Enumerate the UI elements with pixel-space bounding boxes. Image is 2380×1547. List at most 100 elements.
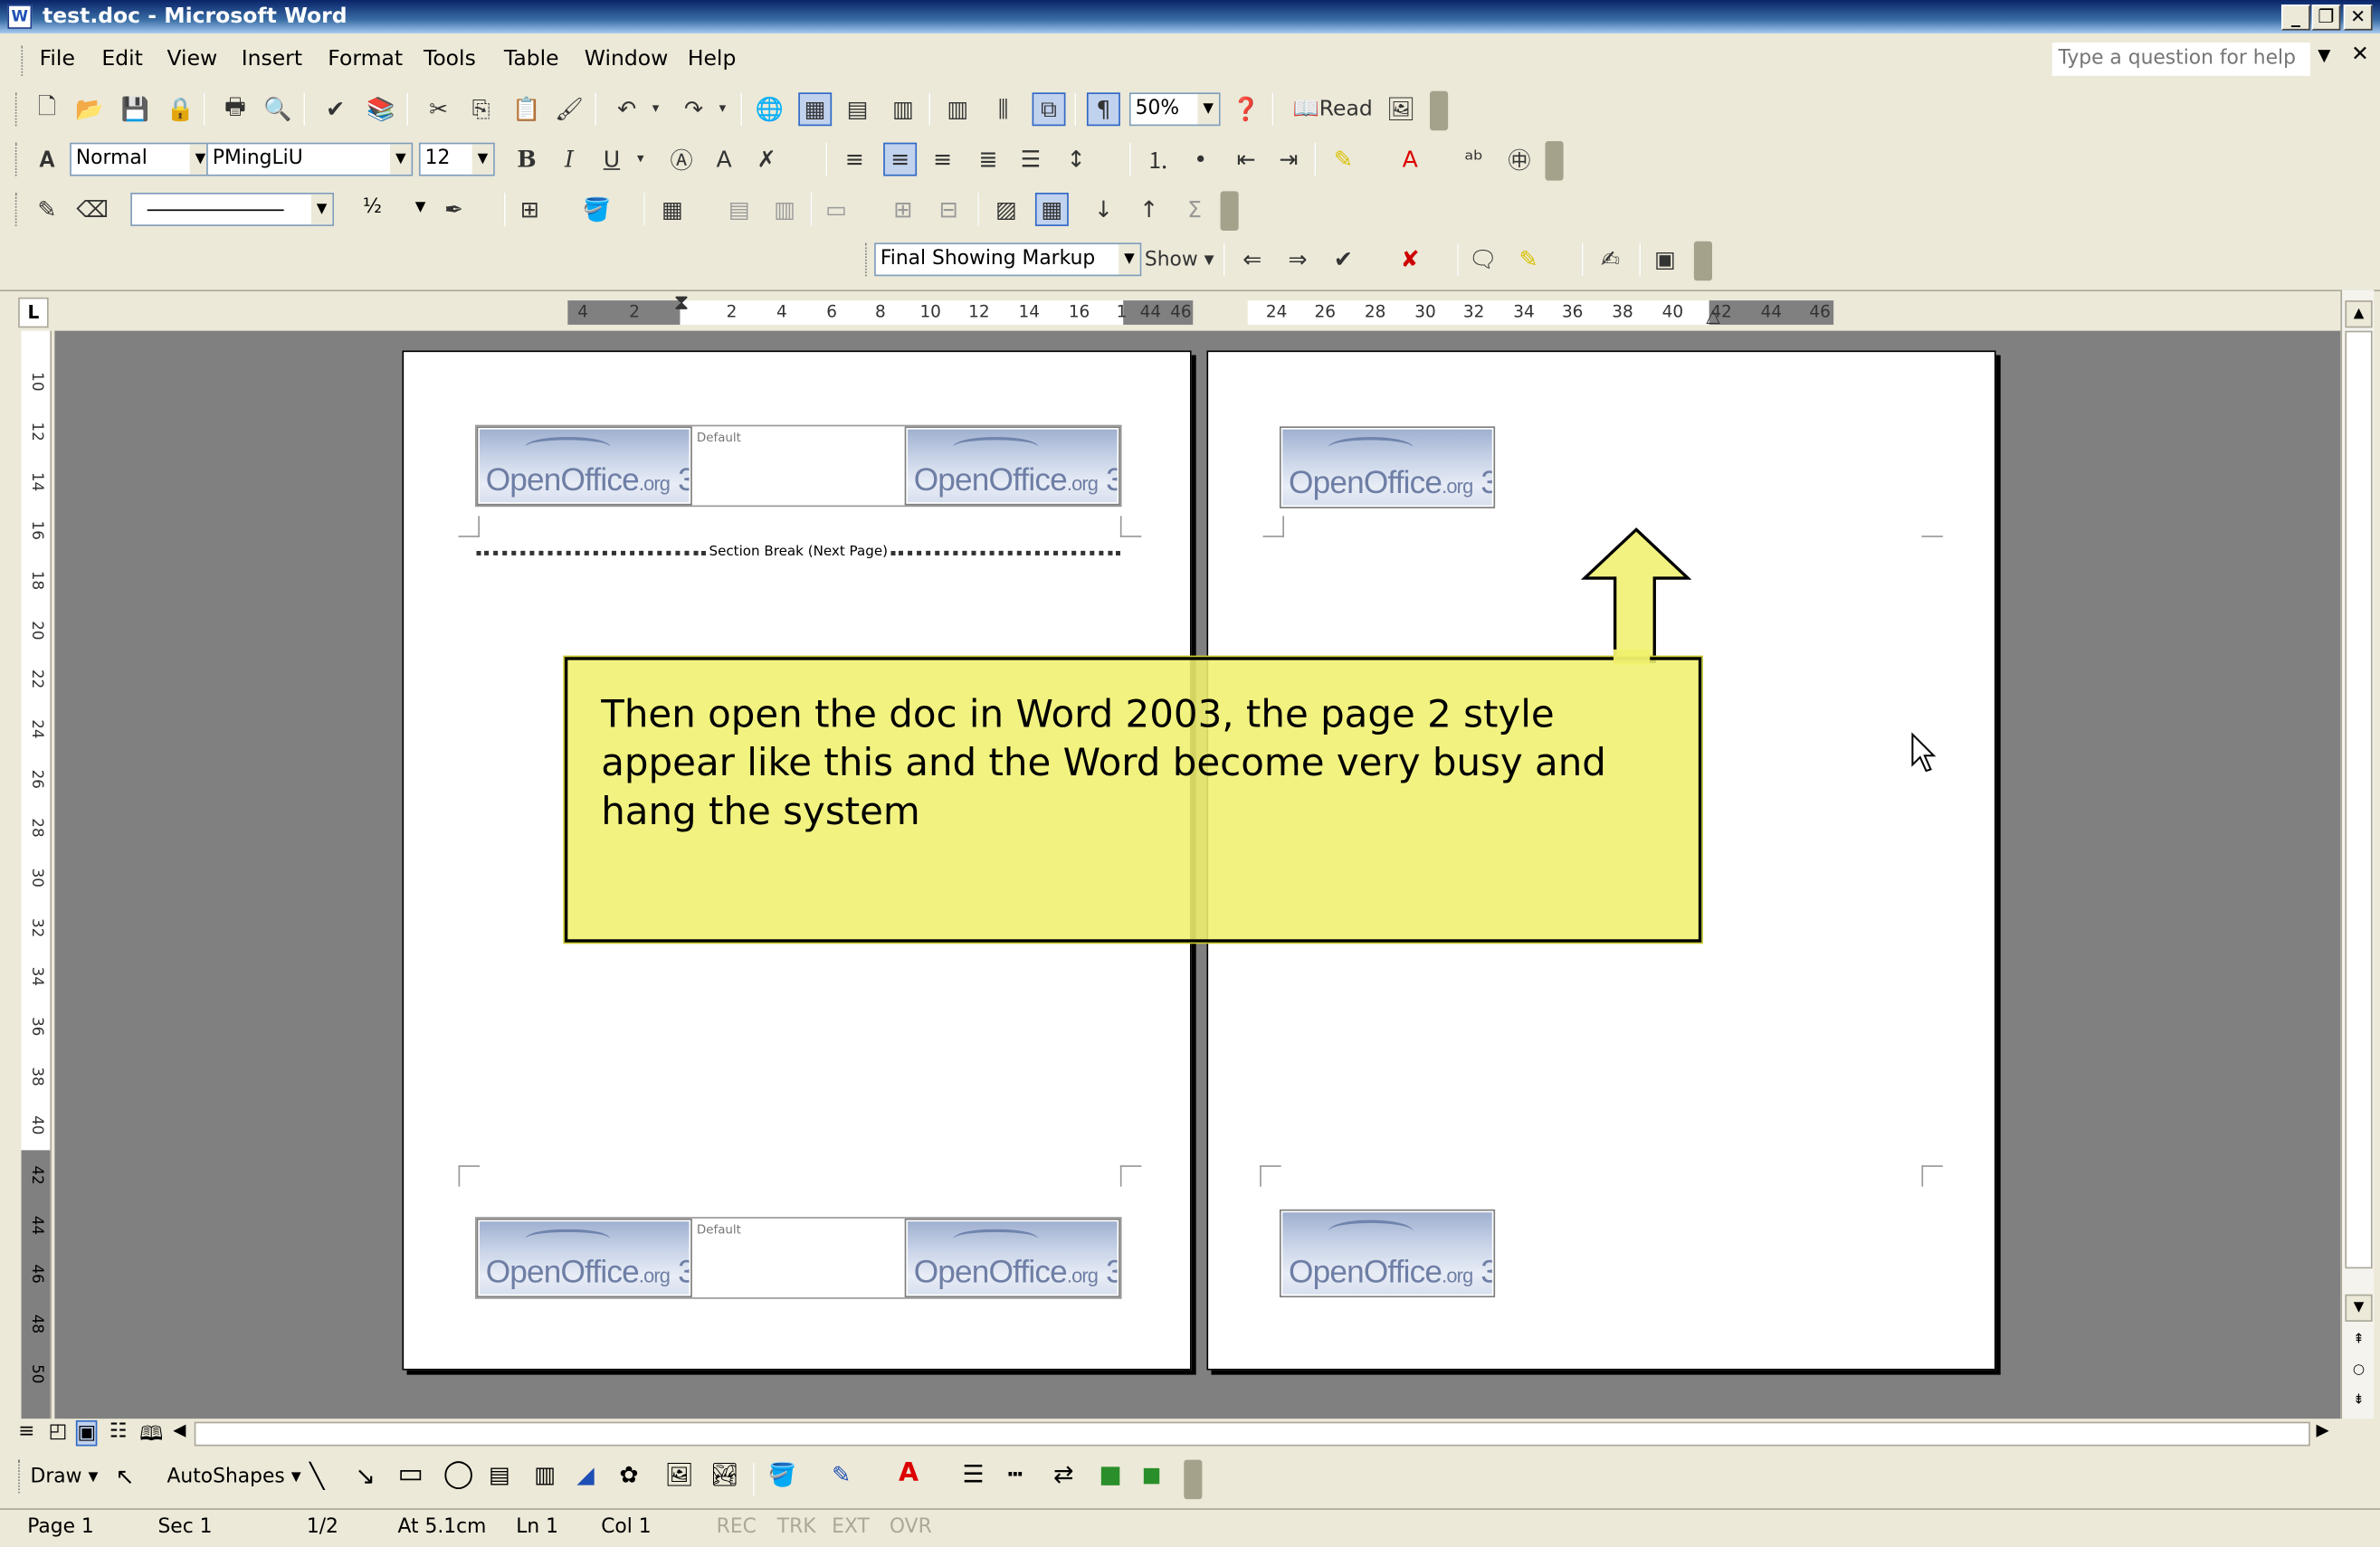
status-ovr[interactable]: OVR xyxy=(890,1516,932,1539)
line-color-icon[interactable]: ✎ xyxy=(832,1461,851,1488)
show-menu-button[interactable]: Show ▾ xyxy=(1145,242,1214,276)
increase-indent-icon[interactable]: ⇥ xyxy=(1272,143,1306,176)
print-icon[interactable]: 🖶 xyxy=(219,91,252,126)
style-select[interactable]: Normal ▼ xyxy=(70,142,213,176)
read-button[interactable]: 📖 Read xyxy=(1287,92,1378,126)
horizontal-ruler[interactable]: 4 2 2 4 6 8 10 12 14 16 1 44 46 24 26 28… xyxy=(567,291,1834,327)
tab-selector[interactable]: L xyxy=(18,297,49,328)
underline-dropdown-icon[interactable]: ▾ xyxy=(632,143,650,176)
clipart-icon[interactable]: 🖼 xyxy=(665,1461,694,1488)
drawing-icon[interactable]: ⫼ xyxy=(986,92,1020,126)
select-objects-icon[interactable]: ↖ xyxy=(115,1463,134,1490)
display-for-review-select[interactable]: Final Showing Markup ▼ xyxy=(874,242,1142,277)
split-cells-icon[interactable]: ▥ xyxy=(768,193,802,226)
line-spacing-icon[interactable]: ↕ xyxy=(1060,143,1093,176)
toolbar-grip[interactable] xyxy=(14,193,20,226)
align-cell-icon[interactable]: ▭ xyxy=(820,193,853,226)
zoom-select[interactable]: 50% ▼ xyxy=(1128,92,1221,127)
shading-color-icon[interactable]: 🪣 xyxy=(580,193,614,226)
oval-tool-icon[interactable]: ◯ xyxy=(443,1458,474,1490)
toolbar-options-icon[interactable] xyxy=(1184,1459,1203,1500)
next-change-icon[interactable]: ⇒ xyxy=(1281,242,1315,276)
underline-button[interactable]: U xyxy=(595,143,629,176)
new-comment-icon[interactable]: 🗨 xyxy=(1466,242,1499,276)
insert-table-icon[interactable]: ▤ xyxy=(841,92,874,126)
draw-font-color-icon[interactable]: A xyxy=(899,1458,919,1489)
autosum-icon[interactable]: Σ xyxy=(1178,193,1212,226)
bullets-icon[interactable]: • xyxy=(1184,143,1217,176)
picture-icon[interactable]: 🖼 xyxy=(1385,92,1418,126)
display-dropdown-icon[interactable]: ▼ xyxy=(1119,244,1140,275)
save-icon[interactable]: 💾 xyxy=(119,92,152,126)
toolbar-options-icon[interactable] xyxy=(1430,90,1449,131)
restore-button[interactable]: ❐ xyxy=(2311,5,2341,31)
line-weight-dropdown-icon[interactable]: ▼ xyxy=(409,193,432,223)
char-shading-icon[interactable]: A xyxy=(708,143,741,176)
vertical-ruler[interactable]: 10 12 14 16 18 20 22 24 26 28 30 32 34 3… xyxy=(21,330,52,1419)
line-weight-select[interactable]: ½ ▼ xyxy=(358,193,432,226)
reviewing-pane-icon[interactable]: ▣ xyxy=(1649,242,1682,276)
close-button[interactable]: ✕ xyxy=(2343,5,2373,31)
undo-dropdown-icon[interactable]: ▾ xyxy=(647,92,665,126)
redo-icon[interactable]: ↷ xyxy=(677,92,710,126)
highlight-review-icon[interactable]: ✎ xyxy=(1512,242,1546,276)
format-painter-icon[interactable]: 🖌 xyxy=(553,92,586,126)
previous-page-icon[interactable]: ⇞ xyxy=(2345,1328,2372,1355)
spelling-icon[interactable]: ✔ xyxy=(319,92,352,126)
align-center-icon[interactable]: ≡ xyxy=(883,142,918,176)
eraser-icon[interactable]: ⌫ xyxy=(76,193,109,226)
status-trk[interactable]: TRK xyxy=(777,1516,816,1539)
border-color-icon[interactable]: ✒ xyxy=(437,193,471,226)
vertical-scrollbar[interactable]: ▲ ▼ ⇞ ○ ⇟ xyxy=(2340,289,2375,1419)
scroll-right-icon[interactable]: ▶ xyxy=(2317,1420,2329,1440)
toolbar-grip[interactable] xyxy=(14,92,20,127)
open-icon[interactable]: 📂 xyxy=(73,92,107,126)
menu-tools[interactable]: Tools xyxy=(424,47,476,71)
font-size-select[interactable]: 12 ▼ xyxy=(418,142,495,176)
menubar-grip[interactable] xyxy=(21,45,25,76)
indent-marker-icon[interactable]: ⧗ xyxy=(674,291,689,316)
dash-style-icon[interactable]: ┅ xyxy=(1008,1460,1023,1489)
permission-icon[interactable]: 🔒 xyxy=(164,92,197,126)
document-map-icon[interactable]: ⧉ xyxy=(1032,92,1066,127)
line-tool-icon[interactable]: ╲ xyxy=(309,1461,324,1490)
menu-help[interactable]: Help xyxy=(688,47,737,71)
zoom-dropdown-icon[interactable]: ▼ xyxy=(1197,93,1219,125)
insert-excel-icon[interactable]: ▥ xyxy=(887,92,920,126)
show-gridlines-icon[interactable]: ▦ xyxy=(1034,193,1069,226)
right-indent-marker-icon[interactable]: △ xyxy=(1706,305,1719,326)
insert-picture-icon[interactable]: 🏞 xyxy=(710,1461,739,1488)
columns-icon[interactable]: ▥ xyxy=(941,92,975,126)
scroll-thumb[interactable] xyxy=(2345,330,2373,1269)
insert-table-tb-icon[interactable]: ▦ xyxy=(656,193,690,226)
redo-dropdown-icon[interactable]: ▾ xyxy=(713,92,731,126)
toolbar-options-icon[interactable] xyxy=(1545,140,1564,181)
cut-icon[interactable]: ✂ xyxy=(422,92,455,126)
help-search-input[interactable] xyxy=(2052,42,2310,76)
word-app-icon[interactable]: W xyxy=(7,5,33,29)
fill-color-icon[interactable]: 🪣 xyxy=(768,1461,796,1488)
menu-file[interactable]: File xyxy=(40,47,75,71)
toolbar-grip[interactable] xyxy=(14,142,20,176)
menu-view[interactable]: View xyxy=(167,47,218,71)
normal-view-icon[interactable]: ≡ xyxy=(18,1420,34,1443)
line-style-select[interactable]: ▼ xyxy=(130,193,335,226)
textbox-tool-icon[interactable]: ▤ xyxy=(489,1461,510,1488)
line-style-dropdown-icon[interactable]: ▼ xyxy=(310,194,333,225)
toolbar-options-icon[interactable] xyxy=(1693,241,1712,281)
scroll-down-icon[interactable]: ▼ xyxy=(2345,1294,2373,1322)
show-hide-icon[interactable]: ¶ xyxy=(1086,92,1120,127)
enclose-char-icon[interactable]: ㊥ xyxy=(1503,143,1537,176)
wordart-icon[interactable]: ◢ xyxy=(576,1461,594,1488)
toolbar-options-icon[interactable] xyxy=(1220,191,1239,231)
distributed-icon[interactable]: ☰ xyxy=(1014,143,1047,176)
toolbar-grip[interactable] xyxy=(865,242,870,277)
copy-icon[interactable]: ⎘ xyxy=(464,92,498,126)
numbering-icon[interactable]: ⒈ xyxy=(1141,143,1175,176)
toolbar-grip[interactable] xyxy=(18,1459,23,1494)
italic-button[interactable]: I xyxy=(553,143,586,176)
new-document-icon[interactable]: 🗋 xyxy=(31,91,64,126)
outside-border-icon[interactable]: ⊞ xyxy=(513,193,547,226)
merge-cells-icon[interactable]: ▤ xyxy=(722,193,756,226)
close-document-icon[interactable]: ✕ xyxy=(2351,43,2369,67)
